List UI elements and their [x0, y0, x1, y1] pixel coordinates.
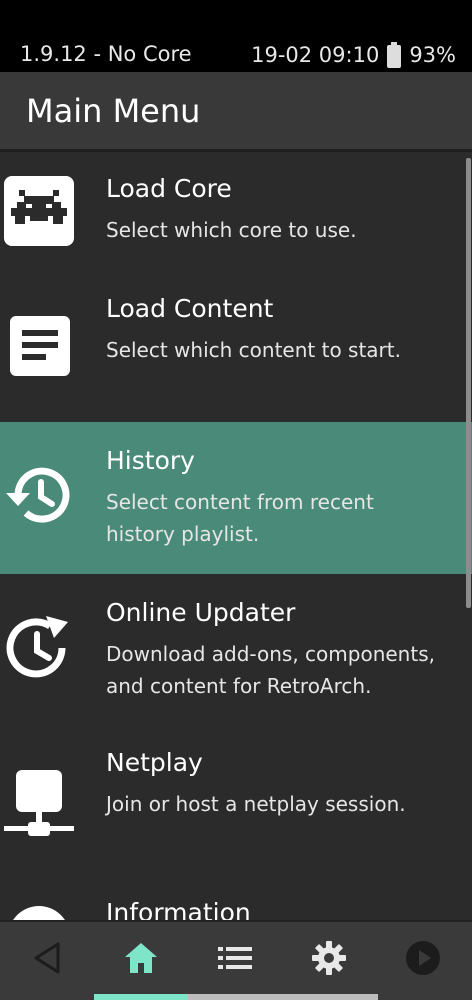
menu-item-netplay[interactable]: Netplay Join or host a netplay session.: [0, 724, 472, 874]
menu-item-description: Download add-ons, components, and conten…: [106, 642, 435, 698]
settings-tab-button[interactable]: [282, 922, 376, 998]
play-circle-icon: [405, 940, 441, 980]
menu-item-description: Join or host a netplay session.: [106, 792, 406, 816]
menu-item-online-updater[interactable]: Online Updater Download add-ons, compone…: [0, 574, 472, 724]
battery-percent: 93%: [409, 43, 456, 67]
menu-item-history[interactable]: History Select content from recent histo…: [0, 422, 472, 574]
menu-item-title: Netplay: [106, 748, 203, 777]
gear-icon: [311, 940, 347, 980]
menu-item-load-content[interactable]: Load Content Select which content to sta…: [0, 272, 472, 422]
menu-item-title: Load Core: [106, 174, 232, 203]
status-version-text: 1.9.12 - No Core: [20, 42, 192, 66]
list-icon: [218, 944, 252, 976]
header: Main Menu: [0, 72, 472, 152]
home-tab-button[interactable]: [94, 922, 188, 998]
status-clock: 19-02 09:10: [251, 43, 380, 67]
menu-item-title: History: [106, 446, 195, 475]
menu-item-information[interactable]: Information: [0, 874, 472, 920]
menu-item-description: Select content from recent history playl…: [106, 490, 374, 546]
history-icon: [4, 460, 74, 530]
menu-item-title: Online Updater: [106, 598, 296, 627]
back-triangle-icon: [32, 941, 62, 979]
bottom-nav-bar: [0, 920, 472, 1000]
network-icon: [4, 770, 74, 840]
menu-item-title: Information: [106, 898, 251, 920]
list-scrollbar[interactable]: [466, 158, 471, 608]
document-icon: [4, 312, 74, 382]
retroarch-invader-icon: [4, 176, 74, 246]
update-clock-icon: [4, 614, 74, 684]
status-bar: 1.9.12 - No Core 19-02 09:10 93%: [0, 0, 472, 72]
info-icon: [4, 902, 74, 920]
battery-icon: [387, 42, 402, 68]
status-right-group: 19-02 09:10 93%: [251, 42, 456, 68]
home-icon: [123, 941, 159, 979]
run-button[interactable]: [376, 922, 470, 998]
page-title: Main Menu: [26, 92, 201, 130]
menu-item-title: Load Content: [106, 294, 274, 323]
menu-item-load-core[interactable]: Load Core Select which core to use.: [0, 152, 472, 272]
main-menu-list[interactable]: Load Core Select which core to use. Load…: [0, 152, 472, 920]
menu-item-description: Select which core to use.: [106, 218, 357, 242]
active-tab-indicator: [94, 994, 188, 1000]
playlists-tab-button[interactable]: [188, 922, 282, 998]
tab-indicator-track: [188, 994, 378, 1000]
menu-item-description: Select which content to start.: [106, 338, 401, 362]
back-button[interactable]: [0, 922, 94, 998]
